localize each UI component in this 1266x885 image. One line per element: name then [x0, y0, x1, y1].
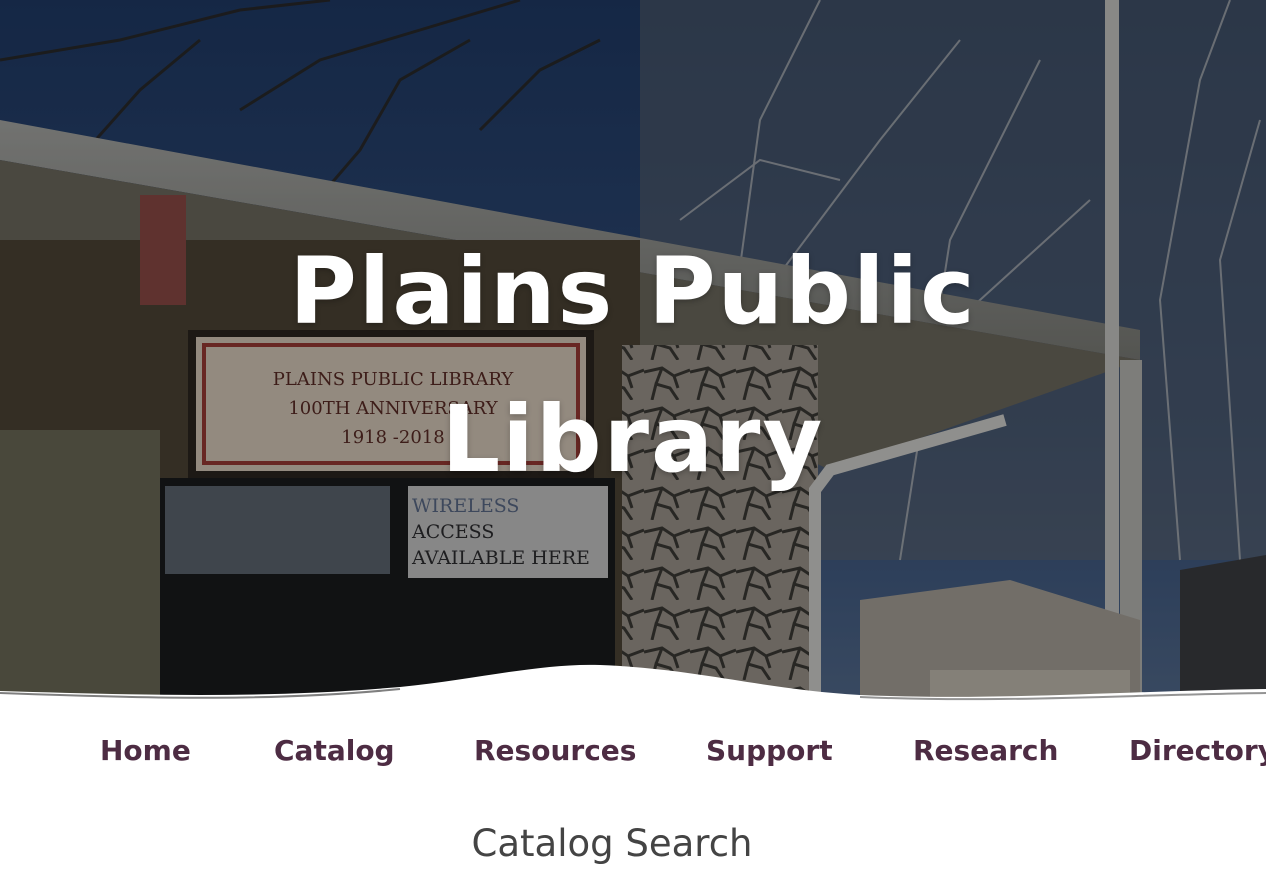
- hero-banner: PLAINS PUBLIC LIBRARY 100TH ANNIVERSARY …: [0, 0, 1266, 720]
- site-title: Plains Public Library: [0, 218, 1266, 514]
- nav-item-home[interactable]: Home: [100, 734, 191, 767]
- nav-item-directory[interactable]: Directory: [1129, 734, 1266, 767]
- site-title-line-2: Library: [441, 386, 825, 493]
- nav-item-catalog[interactable]: Catalog: [274, 734, 395, 767]
- main-navigation: Home Catalog Resources Support Research …: [0, 734, 1266, 778]
- wave-divider: [0, 664, 1266, 720]
- page-title: Catalog Search: [471, 822, 753, 865]
- site-title-line-1: Plains Public: [289, 238, 977, 345]
- nav-item-resources[interactable]: Resources: [474, 734, 636, 767]
- nav-item-support[interactable]: Support: [706, 734, 833, 767]
- nav-item-research[interactable]: Research: [913, 734, 1058, 767]
